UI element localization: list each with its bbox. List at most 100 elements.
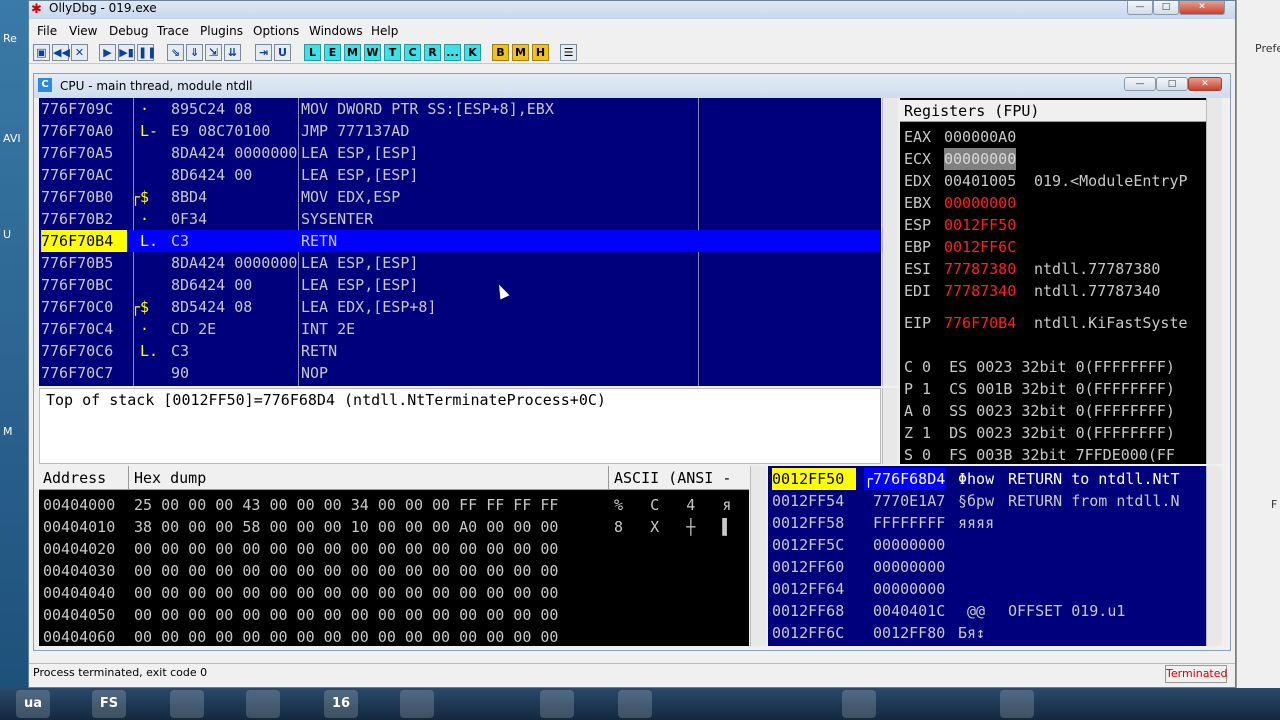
menu-file[interactable]: File bbox=[37, 24, 57, 38]
step-over-button[interactable]: ⇓ bbox=[186, 44, 203, 61]
taskbar-app-icon[interactable]: FS bbox=[92, 690, 126, 718]
dump-scrollbar[interactable] bbox=[750, 466, 766, 646]
modules-window-button[interactable]: E bbox=[324, 44, 341, 61]
stack-row[interactable]: 0012FF50 ┌776F68D4 Φhow RETURN to ntdll.NtT bbox=[768, 468, 1206, 490]
menu-trace[interactable]: Trace bbox=[157, 24, 189, 38]
disassembly-pane[interactable]: 776F709C · 895C24 08 MOV DWORD PTR SS:[ESP… bbox=[39, 98, 881, 386]
taskbar-app-icon[interactable] bbox=[842, 690, 876, 718]
disasm-row[interactable]: 776F70C7 90 NOP bbox=[39, 362, 881, 384]
disasm-row[interactable]: 776F70C6 L. C3 RETN bbox=[39, 340, 881, 362]
dump-row[interactable]: 00404030 00 00 00 00 00 00 00 00 00 00 00… bbox=[39, 560, 749, 582]
cpu-window-button[interactable]: C bbox=[404, 44, 421, 61]
dump-header-ascii[interactable]: ASCII (ANSI - bbox=[614, 466, 731, 490]
step-into-button[interactable]: ⇘ bbox=[167, 44, 184, 61]
stack-row[interactable]: 0012FF5C 00000000 bbox=[768, 534, 1206, 556]
disasm-row[interactable]: 776F70A5 8DA424 0000000 LEA ESP,[ESP] bbox=[39, 142, 881, 164]
stack-pane[interactable]: 0012FF50 ┌776F68D4 Φhow RETURN to ntdll.NtT… bbox=[768, 466, 1206, 646]
disasm-row[interactable]: 776F70B2 · 0F34 SYSENTER bbox=[39, 208, 881, 230]
taskbar-app-icon[interactable]: ua bbox=[16, 690, 50, 718]
call-stack-window-button[interactable]: K bbox=[464, 44, 481, 61]
disasm-row[interactable]: 776F70A0 L- E9 08C70100 JMP 777137AD bbox=[39, 120, 881, 142]
taskbar-app-icon[interactable] bbox=[246, 690, 280, 718]
taskbar-app-icon[interactable] bbox=[540, 690, 574, 718]
registers-pane[interactable]: Registers (FPU) EAX 000000A0 ECX 00000000 ED… bbox=[900, 98, 1206, 464]
stack-row[interactable]: 0012FF64 00000000 bbox=[768, 578, 1206, 600]
breakpoints-window-button[interactable]: B bbox=[492, 44, 509, 61]
flag-row[interactable]: Z 1 DS 0023 32bit 0(FFFFFFFF) bbox=[904, 422, 1175, 444]
disasm-row[interactable]: 776F70C4 · CD 2E INT 2E bbox=[39, 318, 881, 340]
windows-window-button[interactable]: W bbox=[364, 44, 381, 61]
registers-scrollbar[interactable] bbox=[1206, 98, 1222, 464]
dump-row[interactable]: 00404020 00 00 00 00 00 00 00 00 00 00 00… bbox=[39, 538, 749, 560]
info-scrollbar[interactable] bbox=[882, 388, 898, 464]
pause-button[interactable]: ❚❚ bbox=[137, 44, 156, 61]
taskbar-app-icon[interactable] bbox=[170, 690, 204, 718]
dump-row[interactable]: 00404010 38 00 00 00 58 00 00 00 10 00 00… bbox=[39, 516, 749, 538]
flag-row[interactable]: S 0 FS 003B 32bit 7FFDE000(FF bbox=[904, 444, 1175, 464]
close-button[interactable]: ✕ bbox=[1179, 1, 1225, 15]
hardware-breakpoints-button[interactable]: H bbox=[532, 44, 549, 61]
menu-view[interactable]: View bbox=[69, 24, 97, 38]
taskbar-app-icon[interactable] bbox=[400, 690, 434, 718]
menu-options[interactable]: Options bbox=[253, 24, 299, 38]
run-thread-button[interactable]: ▶▮ bbox=[118, 44, 135, 61]
disasm-row[interactable]: 776F70BC 8D6424 00 LEA ESP,[ESP] bbox=[39, 274, 881, 296]
disasm-hex: C3 bbox=[171, 342, 190, 360]
stack-row[interactable]: 0012FF54 7770E1A7 §бpw RETURN from ntdll.N bbox=[768, 490, 1206, 512]
taskbar-app-icon[interactable] bbox=[618, 690, 652, 718]
menu-plugins[interactable]: Plugins bbox=[200, 24, 243, 38]
run-button[interactable]: ▶ bbox=[99, 44, 116, 61]
taskbar-app-icon[interactable]: 16 bbox=[324, 690, 358, 718]
execute-till-user-code-button[interactable]: U bbox=[274, 44, 291, 61]
stack-scrollbar[interactable] bbox=[1206, 466, 1222, 646]
dump-row[interactable]: 00404000 25 00 00 00 43 00 00 00 34 00 00… bbox=[39, 494, 749, 516]
close-program-button[interactable]: ✕ bbox=[71, 44, 88, 61]
cpu-close-button[interactable]: ✕ bbox=[1188, 77, 1222, 91]
menu-windows[interactable]: Windows bbox=[309, 24, 363, 38]
stack-value: 00000000 bbox=[864, 536, 946, 554]
dump-row[interactable]: 00404050 00 00 00 00 00 00 00 00 00 00 00… bbox=[39, 604, 749, 626]
disasm-row[interactable]: 776F70C0 ┌$ 8D5424 08 LEA EDX,[ESP+8] bbox=[39, 296, 881, 318]
disasm-row[interactable]: 776F70B0 ┌$ 8BD4 MOV EDX,ESP bbox=[39, 186, 881, 208]
dump-header-hex[interactable]: Hex dump bbox=[134, 466, 206, 490]
register-row-eip[interactable]: EIP 776F70B4 ntdll.KiFastSyste bbox=[904, 312, 1188, 334]
cpu-title-bar[interactable]: C CPU - main thread, module ntdll — □ ✕ bbox=[34, 74, 1230, 98]
minimize-button[interactable]: — bbox=[1127, 1, 1153, 15]
cpu-maximize-button[interactable]: □ bbox=[1156, 77, 1188, 91]
taskbar-app-icon[interactable] bbox=[1000, 690, 1034, 718]
disassembly-scrollbar[interactable] bbox=[882, 98, 898, 386]
threads-window-button[interactable]: T bbox=[384, 44, 401, 61]
trace-over-button[interactable]: ⇊ bbox=[224, 44, 241, 61]
flag-row[interactable]: P 1 CS 001B 32bit 0(FFFFFFFF) bbox=[904, 378, 1175, 400]
disasm-row[interactable]: 776F70B4 L. C3 RETN bbox=[39, 230, 881, 252]
registers-header[interactable]: Registers (FPU) bbox=[900, 100, 1206, 122]
flag-row[interactable]: A 0 SS 0023 32bit 0(FFFFFFFF) bbox=[904, 400, 1175, 422]
open-button[interactable]: ▣ bbox=[33, 44, 50, 61]
menu-help[interactable]: Help bbox=[371, 24, 398, 38]
title-bar[interactable]: ✱ OllyDbg - 019.exe — □ ✕ bbox=[29, 1, 1235, 19]
trace-into-button[interactable]: ⇲ bbox=[205, 44, 222, 61]
menu-debug[interactable]: Debug bbox=[109, 24, 148, 38]
stack-row[interactable]: 0012FF58 FFFFFFFF яяяя bbox=[768, 512, 1206, 534]
restart-button[interactable]: ◀◀ bbox=[52, 44, 70, 61]
execute-till-return-button[interactable]: ⇥ bbox=[255, 44, 272, 61]
dump-row[interactable]: 00404060 00 00 00 00 00 00 00 00 00 00 00… bbox=[39, 626, 749, 646]
stack-row[interactable]: 0012FF60 00000000 bbox=[768, 556, 1206, 578]
references-window-button[interactable]: R bbox=[424, 44, 441, 61]
stack-row[interactable]: 0012FF6C 0012FF80 Бя↕ bbox=[768, 622, 1206, 644]
dump-header-address[interactable]: Address bbox=[43, 466, 106, 490]
maximize-button[interactable]: □ bbox=[1153, 1, 1179, 15]
flag-row[interactable]: C 0 ES 0023 32bit 0(FFFFFFFF) bbox=[904, 356, 1175, 378]
dump-pane[interactable]: Address Hex dump ASCII (ANSI - 00404000 2… bbox=[39, 466, 749, 646]
memory-breakpoints-button[interactable]: M bbox=[512, 44, 529, 61]
memory-window-button[interactable]: M bbox=[344, 44, 361, 61]
disasm-row[interactable]: 776F70B5 8DA424 0000000 LEA ESP,[ESP] bbox=[39, 252, 881, 274]
disasm-row[interactable]: 776F709C · 895C24 08 MOV DWORD PTR SS:[ESP… bbox=[39, 98, 881, 120]
log-window-button[interactable]: L bbox=[304, 44, 321, 61]
run-trace-window-button[interactable]: ... bbox=[444, 44, 461, 61]
disasm-row[interactable]: 776F70AC 8D6424 00 LEA ESP,[ESP] bbox=[39, 164, 881, 186]
dump-row[interactable]: 00404040 00 00 00 00 00 00 00 00 00 00 00… bbox=[39, 582, 749, 604]
stack-row[interactable]: 0012FF68 0040401C @@ OFFSET 019.u1 bbox=[768, 600, 1206, 622]
cpu-minimize-button[interactable]: — bbox=[1124, 77, 1156, 91]
list-icon[interactable]: ☰ bbox=[560, 44, 577, 61]
